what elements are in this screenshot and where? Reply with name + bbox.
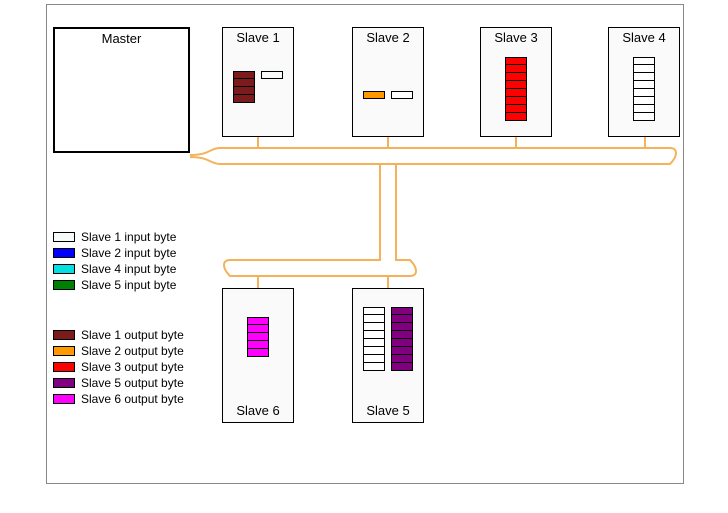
slave1-input-stack [261,71,283,79]
legend-outputs: Slave 1 output byte Slave 2 output byte … [53,326,184,408]
slave5-input-stack [363,307,385,371]
byte-cell [633,97,655,105]
legend-swatch [53,264,75,274]
byte-cell [505,105,527,113]
legend-swatch [53,394,75,404]
slave1-output-stack [233,71,255,103]
legend-swatch [53,378,75,388]
byte-cell [247,341,269,349]
byte-cell [247,349,269,357]
slave2-input-byte [391,91,413,99]
slave2-output-byte [363,91,385,99]
byte-cell [391,323,413,331]
legend-swatch [53,362,75,372]
byte-cell [363,347,385,355]
slave1-label: Slave 1 [223,28,293,49]
slave5-node: Slave 5 [352,288,424,423]
byte-cell [363,355,385,363]
slave4-input-stack [633,57,655,121]
byte-cell [633,89,655,97]
byte-cell [633,81,655,89]
legend-label: Slave 4 input byte [81,262,176,276]
legend-label: Slave 1 input byte [81,230,176,244]
legend-swatch [53,232,75,242]
legend-label: Slave 6 output byte [81,392,184,406]
byte-cell [261,71,283,79]
byte-cell [391,363,413,371]
slave6-output-stack [247,317,269,357]
byte-cell [233,79,255,87]
byte-cell [391,315,413,323]
legend-swatch [53,346,75,356]
slave3-label: Slave 3 [481,28,551,49]
byte-cell [505,65,527,73]
byte-cell [363,307,385,315]
byte-cell [363,331,385,339]
legend-label: Slave 1 output byte [81,328,184,342]
byte-cell [363,315,385,323]
byte-cell [363,363,385,371]
byte-cell [391,331,413,339]
byte-cell [505,97,527,105]
legend-label: Slave 3 output byte [81,360,184,374]
byte-cell [505,57,527,65]
byte-cell [247,325,269,333]
byte-cell [505,89,527,97]
legend-label: Slave 5 output byte [81,376,184,390]
slave3-node: Slave 3 [480,27,552,137]
byte-cell [633,105,655,113]
byte-cell [247,317,269,325]
slave2-label: Slave 2 [353,28,423,49]
legend-label: Slave 2 input byte [81,246,176,260]
slave5-output-stack [391,307,413,371]
byte-cell [633,65,655,73]
byte-cell [247,333,269,341]
master-label: Master [55,29,188,50]
byte-cell [505,113,527,121]
byte-cell [505,81,527,89]
legend-label: Slave 5 input byte [81,278,176,292]
slave4-label: Slave 4 [609,28,679,49]
byte-cell [233,95,255,103]
slave2-node: Slave 2 [352,27,424,137]
byte-cell [391,339,413,347]
byte-cell [633,57,655,65]
byte-cell [391,307,413,315]
byte-cell [233,87,255,95]
slave4-node: Slave 4 [608,27,680,137]
byte-cell [633,73,655,81]
byte-cell [633,113,655,121]
byte-cell [505,73,527,81]
slave5-label: Slave 5 [353,403,423,418]
legend-swatch [53,248,75,258]
legend-swatch [53,280,75,290]
slave6-node: Slave 6 [222,288,294,423]
byte-cell [391,347,413,355]
byte-cell [233,71,255,79]
legend-swatch [53,330,75,340]
byte-cell [391,355,413,363]
legend-label: Slave 2 output byte [81,344,184,358]
byte-cell [363,339,385,347]
byte-cell [363,323,385,331]
master-node: Master [53,27,190,153]
slave3-output-stack [505,57,527,121]
slave6-label: Slave 6 [223,403,293,418]
legend-inputs: Slave 1 input byte Slave 2 input byte Sl… [53,228,176,294]
slave1-node: Slave 1 [222,27,294,137]
